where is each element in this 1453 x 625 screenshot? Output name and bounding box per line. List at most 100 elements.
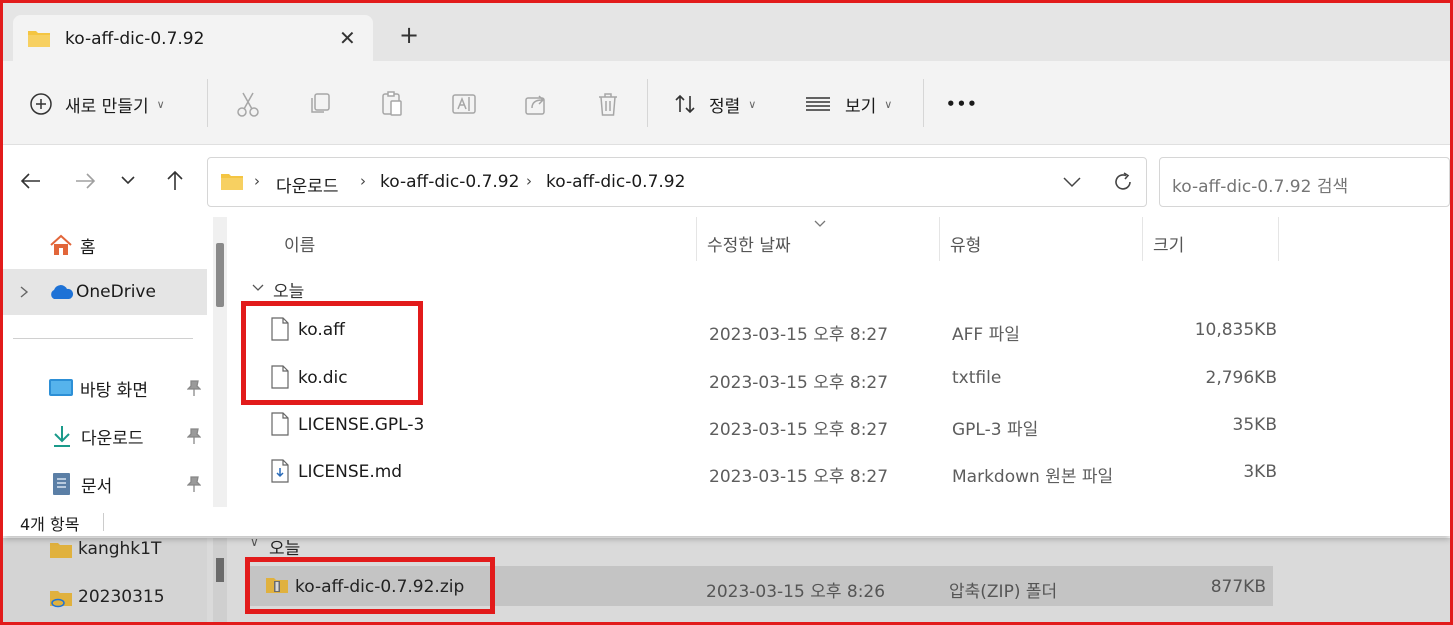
sidebar-item-home[interactable]: 홈	[3, 222, 207, 268]
breadcrumb-chevron-icon[interactable]: ›	[254, 172, 260, 190]
rename-icon[interactable]	[451, 92, 477, 126]
command-bar: 새로 만들기 ∨ 정렬 ∨ 보기 ∨ •••	[3, 61, 1450, 145]
cloud-icon	[51, 285, 74, 299]
breadcrumb-item[interactable]: ko-aff-dic-0.7.92	[380, 172, 519, 192]
chevron-right-icon[interactable]	[17, 285, 31, 299]
sidebar-item-label: 홈	[80, 237, 96, 258]
desktop-icon	[49, 379, 73, 396]
address-bar[interactable]: › 다운로드 › ko-aff-dic-0.7.92 › ko-aff-dic-…	[207, 157, 1147, 207]
folder-icon	[28, 31, 50, 47]
nav-scroll-thumb[interactable]	[216, 243, 224, 307]
background-nav-item[interactable]: kanghk1T	[78, 539, 161, 559]
new-button[interactable]: 새로 만들기 ∨	[29, 87, 165, 121]
breadcrumb-item[interactable]: 다운로드	[276, 172, 339, 197]
search-input[interactable]: ko-aff-dic-0.7.92 검색	[1159, 157, 1450, 207]
sidebar-item-onedrive[interactable]: OneDrive	[3, 269, 207, 315]
copy-icon[interactable]	[308, 92, 332, 126]
breadcrumb-item[interactable]: ko-aff-dic-0.7.92	[546, 172, 685, 192]
file-type: Markdown 원본 파일	[952, 467, 1114, 487]
sidebar-item-desktop[interactable]: 바탕 화면	[3, 365, 207, 411]
recent-locations-chevron-icon[interactable]	[120, 173, 136, 187]
share-icon[interactable]	[524, 92, 548, 126]
background-scroll-thumb[interactable]	[216, 558, 224, 582]
download-icon	[54, 426, 70, 447]
up-arrow-icon[interactable]	[163, 169, 187, 193]
background-explorer-window: kanghk1T 20230315 ∨ 오늘 ko-aff-dic-0.7.92…	[3, 535, 1450, 622]
background-file-size: 877KB	[1210, 577, 1266, 597]
new-label: 새로 만들기	[65, 96, 149, 117]
new-tab-button[interactable]: +	[399, 21, 419, 49]
sidebar-item-documents[interactable]: 문서	[3, 461, 207, 507]
group-header: 오늘	[273, 282, 305, 302]
file-date: 2023-03-15 오후 8:27	[709, 325, 889, 345]
nav-divider	[13, 338, 193, 339]
breadcrumb-chevron-icon[interactable]: ›	[360, 172, 366, 190]
background-file-date: 2023-03-15 오후 8:26	[706, 582, 886, 602]
explorer-window: ko-aff-dic-0.7.92 ✕ + 새로 만들기 ∨ 정렬 ∨ 보기 ∨…	[3, 3, 1450, 536]
column-header-size[interactable]: 크기	[1153, 231, 1184, 256]
navigation-pane: 홈 OneDrive 바탕 화면 다운로드 문서	[3, 217, 209, 507]
highlight-box	[245, 557, 495, 614]
search-placeholder: ko-aff-dic-0.7.92 검색	[1172, 177, 1349, 197]
column-divider[interactable]	[1142, 217, 1143, 261]
table-row[interactable]: LICENSE.GPL-3 2023-03-15 오후 8:27 GPL-3 파…	[247, 404, 1277, 448]
column-header-name[interactable]: 이름	[284, 231, 315, 256]
sidebar-item-label: 다운로드	[81, 428, 144, 449]
column-header-date[interactable]: 수정한 날짜	[707, 231, 791, 256]
file-type: GPL-3 파일	[952, 420, 1039, 440]
breadcrumb-chevron-icon[interactable]: ›	[526, 172, 532, 190]
sidebar-item-label: 문서	[81, 476, 113, 497]
column-header-type[interactable]: 유형	[950, 231, 981, 256]
chevron-down-icon: ∨	[156, 97, 165, 111]
file-name: LICENSE.md	[298, 462, 403, 482]
sidebar-item-label: 바탕 화면	[80, 380, 148, 401]
plus-circle-icon	[30, 93, 52, 115]
column-divider[interactable]	[1278, 217, 1279, 261]
pin-icon[interactable]	[187, 475, 201, 493]
file-size: 3KB	[1243, 462, 1277, 482]
cut-icon[interactable]	[236, 90, 260, 124]
tab-active[interactable]: ko-aff-dic-0.7.92 ✕	[13, 15, 373, 63]
chevron-down-icon[interactable]	[251, 283, 265, 293]
table-row[interactable]: LICENSE.md 2023-03-15 오후 8:27 Markdown 원…	[247, 451, 1277, 495]
file-icon	[271, 412, 289, 436]
address-dropdown-chevron-icon[interactable]	[1062, 175, 1082, 189]
file-date: 2023-03-15 오후 8:27	[709, 467, 889, 487]
document-icon	[53, 473, 70, 495]
more-options-icon[interactable]: •••	[946, 87, 978, 121]
file-name: LICENSE.GPL-3	[298, 415, 425, 435]
tab-bar: ko-aff-dic-0.7.92 ✕ +	[3, 3, 1450, 63]
sort-icon	[675, 94, 695, 114]
address-row: › 다운로드 › ko-aff-dic-0.7.92 › ko-aff-dic-…	[3, 145, 1450, 217]
file-date: 2023-03-15 오후 8:27	[709, 420, 889, 440]
forward-arrow-icon[interactable]	[73, 169, 97, 193]
delete-icon[interactable]	[596, 91, 620, 125]
paste-icon[interactable]	[380, 90, 404, 124]
background-nav-item[interactable]: 20230315	[78, 587, 165, 607]
sidebar-item-downloads[interactable]: 다운로드	[3, 413, 207, 459]
folder-icon	[50, 543, 72, 558]
chevron-down-icon[interactable]: ∨	[250, 535, 259, 549]
folder-icon	[221, 174, 243, 190]
highlight-box	[241, 301, 423, 405]
close-icon[interactable]: ✕	[339, 26, 356, 50]
back-arrow-icon[interactable]	[19, 169, 43, 193]
view-list-icon	[806, 97, 830, 111]
view-button[interactable]: 보기 ∨	[805, 87, 892, 121]
sort-button[interactable]: 정렬 ∨	[673, 87, 756, 121]
chevron-down-icon: ∨	[884, 97, 893, 111]
column-divider[interactable]	[696, 217, 697, 261]
status-item-count: 4개 항목	[20, 515, 80, 534]
home-icon	[50, 234, 72, 255]
pin-icon[interactable]	[187, 427, 201, 445]
refresh-icon[interactable]	[1112, 171, 1134, 193]
file-size: 35KB	[1232, 415, 1277, 435]
toolbar-divider	[207, 79, 208, 127]
file-date: 2023-03-15 오후 8:27	[709, 373, 889, 393]
pin-icon[interactable]	[187, 379, 201, 397]
sort-chevron-icon	[814, 220, 826, 227]
view-label: 보기	[845, 96, 877, 117]
file-type: txtfile	[952, 368, 1002, 388]
file-size: 10,835KB	[1194, 320, 1277, 340]
column-divider[interactable]	[939, 217, 940, 261]
